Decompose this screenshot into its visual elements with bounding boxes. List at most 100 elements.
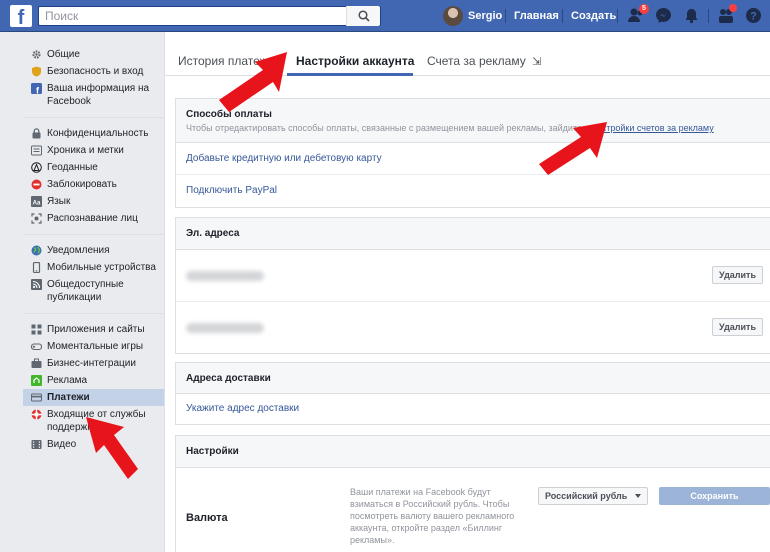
tab-account-settings[interactable]: Настройки аккаунта [296, 54, 414, 68]
add-shipping-address-link[interactable]: Укажите адрес доставки [186, 403, 299, 414]
top-bar: f Sergio Главная Создать 5 ? [0, 0, 770, 32]
payment-methods-header: Способы оплаты Чтобы отредактировать спо… [176, 99, 770, 143]
emails-header: Эл. адреса [176, 218, 770, 250]
sidebar-item-label: Реклама [47, 375, 88, 386]
sidebar-item-label: Конфиденциальность [47, 128, 149, 139]
shipping-header: Адреса доставки [176, 363, 770, 394]
search-box [38, 6, 381, 26]
redacted-email [186, 271, 264, 281]
payment-methods-title: Способы оплаты [186, 109, 272, 120]
friend-requests-badge: 5 [639, 4, 649, 14]
shipping-card: Адреса доставки Укажите адрес доставки [175, 362, 770, 425]
home-link[interactable]: Главная [514, 10, 559, 22]
save-changes-button[interactable]: Сохранить изменения [659, 487, 770, 517]
divider [708, 9, 709, 23]
timeline-icon [30, 144, 42, 156]
sidebar-item-privacy[interactable]: Конфиденциальность [23, 125, 164, 142]
add-paypal-row: Подключить PayPal [176, 175, 770, 207]
sidebar-item-label: Бизнес-интеграции [47, 358, 136, 369]
payments-tabs: История платежей Настройки аккаунта Счет… [165, 32, 770, 76]
sidebar-item-label: Входящие от службы поддержки [47, 409, 146, 433]
sidebar-item-notifications[interactable]: Уведомления [23, 242, 164, 259]
sidebar-group-notifications: Уведомления Мобильные устройства Общедос… [23, 242, 164, 314]
shield-icon [30, 65, 42, 77]
external-link-icon: ⇲ [532, 56, 542, 68]
lock-icon [30, 127, 42, 139]
redacted-email [186, 323, 264, 333]
settings-sidebar: Общие Безопасность и вход f Ваша информа… [23, 46, 164, 467]
apps-icon [30, 323, 42, 335]
payments-main: История платежей Настройки аккаунта Счет… [164, 32, 770, 552]
sidebar-item-label: Уведомления [47, 245, 110, 256]
sidebar-group-privacy: Конфиденциальность Хроника и метки Геода… [23, 125, 164, 235]
currency-select[interactable]: Российский рубль [538, 487, 649, 505]
search-input[interactable] [39, 7, 339, 25]
video-icon [30, 438, 42, 450]
business-icon [30, 357, 42, 369]
sidebar-item-security[interactable]: Безопасность и вход [23, 63, 164, 80]
sidebar-item-label: Моментальные игры [47, 341, 144, 352]
delete-email-button[interactable]: Удалить [712, 266, 763, 284]
sidebar-item-label: Безопасность и вход [47, 66, 144, 77]
sidebar-item-face-recognition[interactable]: Распознавание лиц [23, 210, 164, 227]
globe-icon [30, 244, 42, 256]
sidebar-item-video[interactable]: Видео [23, 436, 164, 453]
rss-icon [30, 278, 42, 290]
shipping-title: Адреса доставки [186, 373, 271, 384]
gear-icon [30, 48, 42, 60]
sidebar-item-timeline[interactable]: Хроника и метки [23, 142, 164, 159]
sidebar-item-ads[interactable]: Реклама [23, 372, 164, 389]
divider [505, 9, 506, 23]
ads-icon [30, 374, 42, 386]
profile-link[interactable]: Sergio [443, 6, 502, 26]
user-name: Sergio [468, 10, 503, 22]
search-button[interactable] [346, 6, 380, 26]
sidebar-item-payments[interactable]: Платежи [23, 389, 164, 406]
notification-dot [729, 4, 737, 12]
sidebar-item-apps[interactable]: Приложения и сайты [23, 321, 164, 338]
sidebar-item-label: Заблокировать [47, 179, 117, 190]
tab-payment-history[interactable]: История платежей [178, 54, 281, 68]
sidebar-item-label: Распознавание лиц [47, 213, 138, 224]
facebook-logo-icon[interactable]: f [10, 5, 32, 27]
payment-methods-card: Способы оплаты Чтобы отредактировать спо… [175, 98, 770, 208]
sidebar-item-label: Мобильные устройства [47, 262, 156, 273]
payment-methods-subtitle: Чтобы отредактировать способы оплаты, св… [186, 123, 760, 133]
create-link[interactable]: Создать [571, 10, 616, 22]
add-paypal-link[interactable]: Подключить PayPal [186, 185, 277, 196]
delete-email-button[interactable]: Удалить [712, 318, 763, 336]
gamepad-icon [30, 340, 42, 352]
face-recognition-icon [30, 212, 42, 224]
sidebar-item-instant-games[interactable]: Моментальные игры [23, 338, 164, 355]
sidebar-item-label: Геоданные [47, 162, 98, 173]
sidebar-item-label: Хроника и метки [47, 145, 124, 156]
sidebar-item-location[interactable]: Геоданные [23, 159, 164, 176]
sidebar-item-general[interactable]: Общие [23, 46, 164, 63]
messenger-icon[interactable] [655, 7, 672, 24]
sidebar-item-support-inbox[interactable]: Входящие от службы поддержки [23, 406, 164, 436]
tab-ads-accounts[interactable]: Счета за рекламу ⇲ [427, 54, 541, 68]
sidebar-group-general: Общие Безопасность и вход f Ваша информа… [23, 46, 164, 118]
sidebar-item-language[interactable]: Aa Язык [23, 193, 164, 210]
sidebar-item-label: Общедоступные публикации [47, 279, 124, 303]
support-icon [30, 408, 42, 420]
ads-accounts-settings-link[interactable]: настройки счетов за рекламу [592, 123, 714, 133]
sidebar-item-label: Платежи [47, 392, 90, 403]
sidebar-item-your-info[interactable]: f Ваша информация на Facebook [23, 80, 164, 110]
sidebar-item-business[interactable]: Бизнес-интеграции [23, 355, 164, 372]
add-address-row: Укажите адрес доставки [176, 394, 770, 424]
email-row: Удалить [176, 250, 770, 302]
sidebar-item-label: Общие [47, 49, 80, 60]
sidebar-item-public-posts[interactable]: Общедоступные публикации [23, 276, 164, 306]
sidebar-item-label: Приложения и сайты [47, 324, 145, 335]
currency-label: Валюта [186, 512, 228, 524]
language-icon: Aa [30, 195, 42, 207]
sidebar-item-mobile[interactable]: Мобильные устройства [23, 259, 164, 276]
add-card-link[interactable]: Добавьте кредитную или дебетовую карту [186, 153, 382, 164]
notifications-bell-icon[interactable] [683, 7, 700, 24]
currency-description: Ваши платежи на Facebook будут взиматься… [350, 487, 515, 545]
sidebar-item-block[interactable]: Заблокировать [23, 176, 164, 193]
help-icon[interactable]: ? [745, 7, 762, 24]
sidebar-item-label: Ваша информация на Facebook [47, 83, 150, 107]
sidebar-group-apps: Приложения и сайты Моментальные игры Биз… [23, 321, 164, 460]
